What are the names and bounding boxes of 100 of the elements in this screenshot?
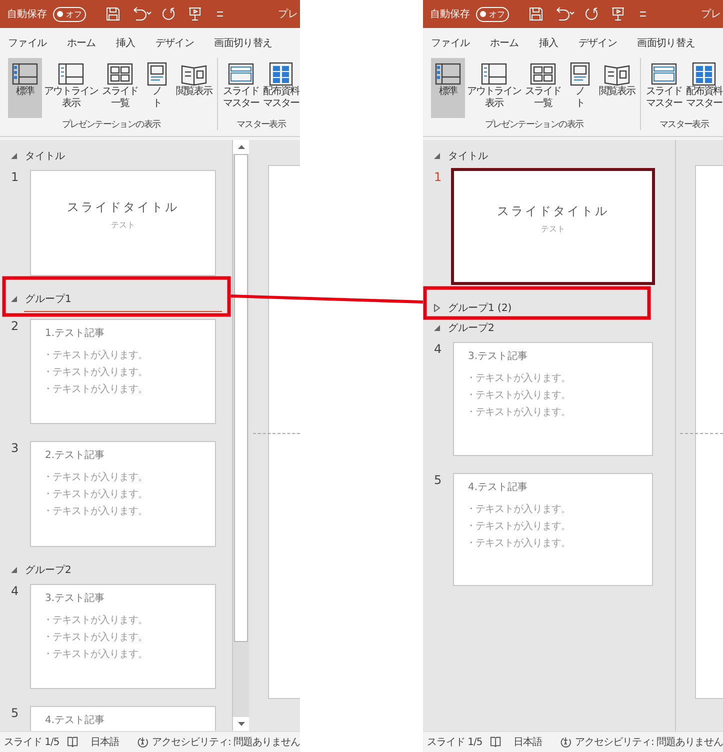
- expanded-triangle-icon[interactable]: [434, 325, 440, 332]
- ribbon-tab[interactable]: ホーム: [490, 36, 519, 50]
- notes-icon[interactable]: [67, 736, 78, 748]
- view-button[interactable]: スライド 一覧: [523, 58, 563, 118]
- accessibility-status[interactable]: アクセシビリティ: 問題ありません: [574, 735, 723, 749]
- ribbon-tab[interactable]: ファイル: [431, 36, 470, 50]
- ribbon-tab[interactable]: デザイン: [155, 36, 194, 50]
- slide-thumbnail[interactable]: 3.テスト記事 ・テキストが入ります。 ・テキストが入ります。 ・テキストが入ります。: [453, 342, 653, 456]
- slide-thumbnail[interactable]: 1.テスト記事 ・テキストが入ります。 ・テキストが入ります。 ・テキストが入ります。: [30, 318, 216, 424]
- slide-subtitle: テスト: [111, 220, 135, 231]
- bullet-text: ・テキストが入ります。: [43, 630, 148, 644]
- slide-title: 1.テスト記事: [45, 326, 105, 340]
- view-button[interactable]: 標準: [8, 58, 42, 118]
- document-title: プレ: [701, 8, 722, 21]
- accessibility-icon[interactable]: [560, 736, 572, 748]
- view-button[interactable]: スライド マスター: [644, 58, 684, 118]
- accessibility-status[interactable]: アクセシビリティ: 問題ありません: [152, 735, 300, 749]
- undo-icon[interactable]: [555, 7, 575, 21]
- expanded-triangle-icon[interactable]: [11, 566, 17, 572]
- collapsed-triangle-icon[interactable]: [434, 304, 440, 312]
- view-button[interactable]: 配布資料 マスター: [684, 58, 723, 118]
- guide-line: [253, 433, 300, 434]
- section-label[interactable]: タイトル: [448, 149, 488, 163]
- notes-icon[interactable]: [490, 736, 502, 748]
- scrollbar[interactable]: [233, 140, 249, 731]
- slide-title: 4.テスト記事: [45, 714, 105, 727]
- presentation-icon[interactable]: [611, 7, 625, 21]
- scroll-thumb[interactable]: [234, 154, 248, 642]
- undo-icon[interactable]: [132, 7, 152, 21]
- sorter-view-icon: [528, 62, 558, 86]
- autosave-label: 自動保存: [7, 8, 47, 21]
- slide-title: 3.テスト記事: [468, 350, 528, 364]
- slide-number: 1: [433, 170, 443, 186]
- slide-counter: スライド 1/5: [427, 736, 482, 749]
- view-button[interactable]: 標準: [431, 58, 465, 118]
- bullet-text: ・テキストが入ります。: [466, 388, 570, 402]
- slide-thumbnail[interactable]: スライドタイトル テスト: [451, 168, 655, 286]
- slide-master-view-icon: [226, 62, 256, 86]
- group-label: マスター表示: [236, 118, 286, 131]
- section-label[interactable]: グループ2: [25, 562, 72, 576]
- ribbon-tab[interactable]: デザイン: [578, 36, 618, 50]
- save-icon[interactable]: [106, 7, 120, 21]
- slide-number: 1: [10, 170, 20, 186]
- ribbon-tab[interactable]: ファイル: [8, 36, 47, 50]
- presentation-icon[interactable]: [188, 7, 202, 21]
- ribbon-tab[interactable]: 挿入: [538, 36, 558, 50]
- ribbon-tab[interactable]: 挿入: [116, 36, 136, 50]
- autosave-toggle[interactable]: オフ: [53, 6, 86, 22]
- expanded-triangle-icon[interactable]: [11, 296, 17, 302]
- view-button[interactable]: アウトライン 表示: [465, 58, 523, 118]
- section-label[interactable]: グループ2: [448, 321, 494, 336]
- ribbon-tab[interactable]: 画面切り替え: [637, 36, 696, 50]
- group-label: プレゼンテーションの表示: [62, 118, 160, 131]
- slide-title: 4.テスト記事: [468, 480, 528, 494]
- section-label[interactable]: グループ1 (2): [448, 301, 512, 316]
- slide-thumbnail[interactable]: 4.テスト記事: [30, 706, 216, 731]
- save-icon[interactable]: [529, 7, 543, 21]
- ribbon-tab[interactable]: 画面切り替え: [214, 36, 272, 50]
- expanded-triangle-icon[interactable]: [11, 153, 17, 159]
- section-label[interactable]: グループ1: [25, 292, 72, 306]
- customize-icon[interactable]: [216, 10, 224, 18]
- normal-view-icon: [433, 62, 463, 86]
- accessibility-icon[interactable]: [136, 736, 149, 748]
- view-button[interactable]: アウトライン 表示: [42, 58, 100, 118]
- expanded-triangle-icon[interactable]: [434, 153, 440, 159]
- view-button[interactable]: ノ ト: [140, 58, 174, 118]
- view-button[interactable]: スライド マスター: [221, 58, 261, 118]
- document-title: プレ: [278, 8, 299, 21]
- bullet-text: ・テキストが入ります。: [466, 406, 570, 420]
- language-label[interactable]: 日本語: [90, 735, 119, 749]
- autosave-toggle[interactable]: オフ: [476, 6, 509, 22]
- view-button[interactable]: スライド 一覧: [100, 58, 140, 118]
- view-button[interactable]: 閲覧表示: [597, 58, 637, 118]
- slide-title: スライドタイトル: [497, 203, 609, 220]
- slide-number: 4: [433, 342, 443, 358]
- section-label[interactable]: タイトル: [25, 149, 65, 163]
- redo-icon[interactable]: [585, 7, 599, 21]
- slide-subtitle: テスト: [541, 224, 565, 235]
- language-label[interactable]: 日本語: [513, 735, 542, 749]
- redo-icon[interactable]: [162, 7, 176, 21]
- slide-thumbnail[interactable]: 4.テスト記事 ・テキストが入ります。 ・テキストが入ります。 ・テキストが入ります。: [453, 472, 653, 586]
- bullet-text: ・テキストが入ります。: [43, 614, 148, 626]
- autosave-label: 自動保存: [430, 8, 470, 21]
- scroll-down-button[interactable]: [233, 717, 249, 731]
- customize-icon[interactable]: [639, 10, 647, 18]
- slide-thumbnail[interactable]: 2.テスト記事 ・テキストが入ります。 ・テキストが入ります。 ・テキストが入ります。: [30, 441, 216, 546]
- up-arrow-icon: [238, 145, 244, 149]
- slide-title: 2.テスト記事: [45, 448, 105, 462]
- view-button[interactable]: 閲覧表示: [174, 58, 214, 118]
- slide-thumbnail[interactable]: スライドタイトル テスト: [30, 170, 216, 276]
- normal-view-icon: [10, 62, 40, 86]
- view-button[interactable]: ノ ト: [563, 58, 597, 118]
- sorter-view-icon: [105, 62, 135, 86]
- view-button[interactable]: 配布資料 マスター: [261, 58, 300, 118]
- scroll-up-button[interactable]: [233, 140, 249, 154]
- slide-thumbnail[interactable]: 3.テスト記事 ・テキストが入ります。 ・テキストが入ります。 ・テキストが入ります。: [30, 584, 216, 689]
- ribbon-tab[interactable]: ホーム: [66, 36, 96, 50]
- guide-line: [680, 433, 723, 434]
- bullet-text: ・テキストが入ります。: [43, 470, 148, 484]
- slide-number: 2: [10, 318, 20, 334]
